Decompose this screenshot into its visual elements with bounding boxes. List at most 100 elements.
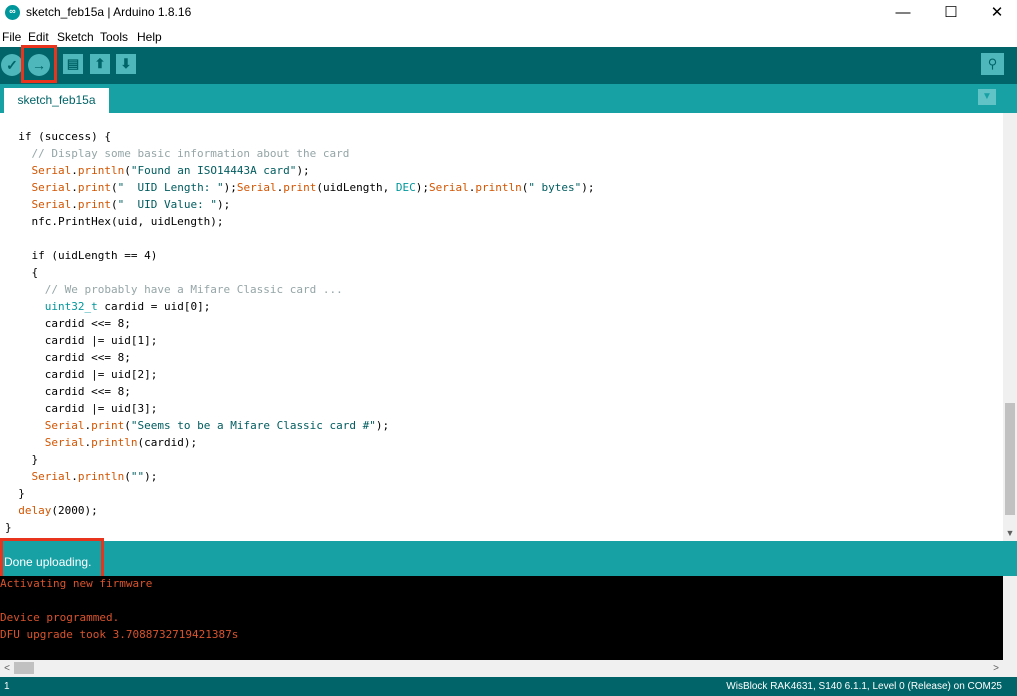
code-token: // Display some basic information about … — [5, 147, 350, 160]
code-line: Serial.println("Found an ISO14443A card"… — [5, 162, 310, 179]
console-line: Device programmed. — [0, 611, 120, 624]
scroll-down-icon[interactable]: ▼ — [1003, 526, 1017, 540]
code-token: (uidLength, — [316, 181, 396, 194]
editor-vertical-scrollbar[interactable]: ▼ — [1003, 113, 1017, 541]
code-line: cardid |= uid[3]; — [5, 400, 158, 417]
code-token: . — [71, 470, 78, 483]
menu-edit[interactable]: Edit — [28, 30, 49, 44]
code-token: . — [71, 181, 78, 194]
save-sketch-button[interactable]: ⬇ — [116, 54, 136, 74]
menu-file[interactable]: File — [2, 30, 21, 44]
code-token: ); — [375, 419, 390, 432]
menu-bar: File Edit Sketch Tools Help — [0, 28, 1017, 47]
new-sketch-button[interactable]: ▤ — [63, 54, 83, 74]
code-token: uint32_t — [44, 300, 98, 313]
output-console[interactable]: Activating new firmware Device programmed… — [0, 576, 1003, 660]
code-line: Serial.print(" UID Value: "); — [5, 196, 231, 213]
scroll-right-icon[interactable]: > — [989, 660, 1003, 677]
code-token: ( — [111, 198, 118, 211]
upload-highlight-box — [21, 45, 57, 83]
code-line: cardid |= uid[1]; — [5, 332, 158, 349]
code-token: ( — [124, 470, 131, 483]
code-editor[interactable]: if (success) { // Display some basic inf… — [0, 113, 1003, 541]
serial-monitor-button[interactable]: ⚲ — [981, 53, 1004, 75]
menu-help[interactable]: Help — [137, 30, 162, 44]
console-line: Activating new firmware — [0, 577, 153, 590]
code-token: DEC — [395, 181, 416, 194]
code-token: Serial — [44, 419, 85, 432]
code-line: { — [5, 264, 38, 281]
code-line: } — [5, 519, 12, 536]
code-token: ); — [296, 164, 310, 177]
code-line: nfc.PrintHex(uid, uidLength); — [5, 213, 224, 230]
code-token: println — [77, 164, 125, 177]
console-vertical-scrollbar[interactable] — [1003, 576, 1017, 660]
code-token: } — [5, 521, 12, 534]
code-token: Serial — [44, 436, 85, 449]
board-info: WisBlock RAK4631, S140 6.1.1, Level 0 (R… — [726, 681, 1002, 692]
code-token: cardid |= uid[2]; — [5, 368, 158, 381]
arduino-logo-icon: ∞ — [5, 5, 20, 20]
code-token: cardid = uid[0]; — [97, 300, 211, 313]
minimize-button[interactable]: — — [880, 0, 926, 26]
console-horizontal-scrollbar[interactable]: < > — [0, 660, 1017, 677]
code-token: (cardid); — [137, 436, 198, 449]
open-sketch-button[interactable]: ⬆ — [90, 54, 110, 74]
bottom-info-bar: 1 WisBlock RAK4631, S140 6.1.1, Level 0 … — [0, 677, 1017, 696]
code-token: . — [71, 164, 78, 177]
code-token: ); — [581, 181, 595, 194]
horizontal-scroll-thumb[interactable] — [14, 662, 34, 674]
code-token: Serial — [31, 181, 72, 194]
code-token: { — [5, 266, 39, 279]
code-line: } — [5, 451, 38, 468]
code-token: Serial — [31, 470, 72, 483]
code-token: cardid <<= 8; — [5, 385, 131, 398]
verify-button[interactable]: ✓ — [1, 54, 23, 76]
code-token: ( — [111, 181, 118, 194]
close-button[interactable]: ✕ — [974, 0, 1017, 26]
tab-bar: sketch_feb15a ▼ — [0, 84, 1017, 113]
scroll-left-icon[interactable]: < — [0, 660, 14, 677]
code-line: } — [5, 485, 25, 502]
code-token: Serial — [428, 181, 469, 194]
title-bar: ∞ sketch_feb15a | Arduino 1.8.16 — ☐ ✕ — [0, 0, 1017, 26]
code-token: "Seems to be a Mifare Classic card #" — [130, 419, 376, 432]
code-token: "" — [130, 470, 145, 483]
code-token: if (success) { — [5, 130, 111, 143]
code-token: cardid <<= 8; — [5, 317, 131, 330]
code-line: Serial.println(cardid); — [5, 434, 197, 451]
code-token: Serial — [236, 181, 277, 194]
menu-sketch[interactable]: Sketch — [57, 30, 94, 44]
code-token: cardid |= uid[3]; — [5, 402, 158, 415]
tab-sketch[interactable]: sketch_feb15a — [4, 88, 109, 113]
tab-menu-icon[interactable]: ▼ — [978, 89, 996, 105]
code-token: ); — [216, 198, 231, 211]
menu-tools[interactable]: Tools — [100, 30, 128, 44]
window-title: sketch_feb15a | Arduino 1.8.16 — [26, 5, 192, 19]
code-line: cardid <<= 8; — [5, 383, 131, 400]
code-token: " UID Length: " — [117, 181, 224, 194]
code-token: delay — [18, 504, 52, 517]
code-line: cardid <<= 8; — [5, 349, 131, 366]
code-line: if (uidLength == 4) — [5, 247, 157, 264]
code-token: println — [475, 181, 522, 194]
editor-scroll-thumb[interactable] — [1005, 403, 1015, 515]
code-line: if (success) { — [5, 128, 111, 145]
code-line: Serial.print("Seems to be a Mifare Class… — [5, 417, 389, 434]
code-token: } — [5, 487, 25, 500]
code-token: nfc.PrintHex(uid, uidLength); — [5, 215, 224, 228]
code-line: uint32_t cardid = uid[0]; — [5, 298, 211, 315]
code-token: println — [77, 470, 125, 483]
status-highlight-box — [0, 538, 104, 580]
code-token: print — [77, 181, 111, 194]
code-token: ( — [124, 419, 131, 432]
maximize-button[interactable]: ☐ — [928, 0, 974, 26]
code-line: // We probably have a Mifare Classic car… — [5, 281, 343, 298]
code-token: print — [77, 198, 111, 211]
